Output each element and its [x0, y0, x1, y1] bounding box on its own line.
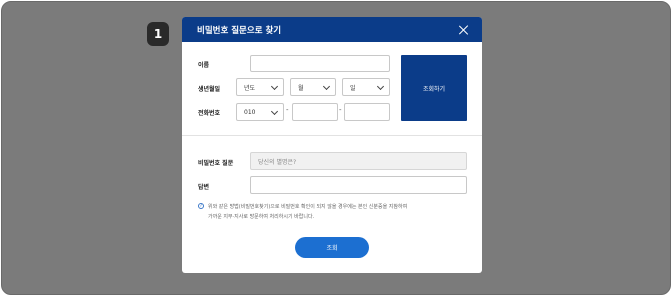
- phone-separator: -: [286, 106, 289, 114]
- name-label: 이름: [198, 62, 210, 69]
- modal-header: 비밀번호 질문으로 찾기: [182, 17, 482, 42]
- info-icon: ?: [198, 203, 204, 209]
- modal-title: 비밀번호 질문으로 찾기: [197, 25, 282, 36]
- phone-last-input[interactable]: [344, 103, 390, 121]
- answer-label: 답변: [198, 184, 210, 191]
- find-password-modal: 비밀번호 질문으로 찾기 이름 생년월일 년도 월 일 전화번호 010 - -…: [182, 17, 482, 273]
- phone-label: 전화번호: [198, 110, 221, 117]
- phone-prefix-select[interactable]: 010: [236, 103, 284, 121]
- chevron-down-icon: [270, 82, 279, 90]
- birth-month-value: 월: [298, 84, 304, 92]
- birth-month-select[interactable]: 월: [290, 78, 336, 96]
- birth-year-select[interactable]: 년도: [236, 78, 284, 96]
- phone-separator: -: [339, 106, 342, 114]
- birth-day-select[interactable]: 일: [342, 78, 390, 96]
- password-question-field: 당신의 별명은?: [250, 152, 467, 170]
- name-input[interactable]: [250, 55, 390, 72]
- birth-year-value: 년도: [244, 84, 256, 92]
- notice-line: 가까운 지부·지사로 방문하여 처리하시기 바랍니다.: [208, 214, 315, 220]
- chevron-down-icon: [270, 107, 279, 115]
- birth-day-value: 일: [350, 84, 356, 92]
- step-badge: 1: [147, 22, 169, 46]
- submit-button[interactable]: 조회: [295, 237, 369, 258]
- search-button[interactable]: 조회하기: [401, 55, 467, 121]
- chevron-down-icon: [376, 82, 385, 90]
- notice-text: 위와 같은 방법(비밀번호찾기)으로 비밀번호 확인이 되지 않을 경우에는 본…: [208, 202, 407, 222]
- chevron-down-icon: [322, 82, 331, 90]
- birth-label: 생년월일: [198, 86, 221, 93]
- close-icon[interactable]: [458, 24, 470, 36]
- phone-middle-input[interactable]: [292, 103, 338, 121]
- phone-prefix-value: 010: [244, 108, 256, 116]
- notice-line: 위와 같은 방법(비밀번호찾기)으로 비밀번호 확인이 되지 않을 경우에는 본…: [208, 204, 408, 210]
- password-question-label: 비밀번호 질문: [198, 160, 234, 167]
- answer-input[interactable]: [250, 176, 467, 194]
- section-divider: [182, 135, 482, 136]
